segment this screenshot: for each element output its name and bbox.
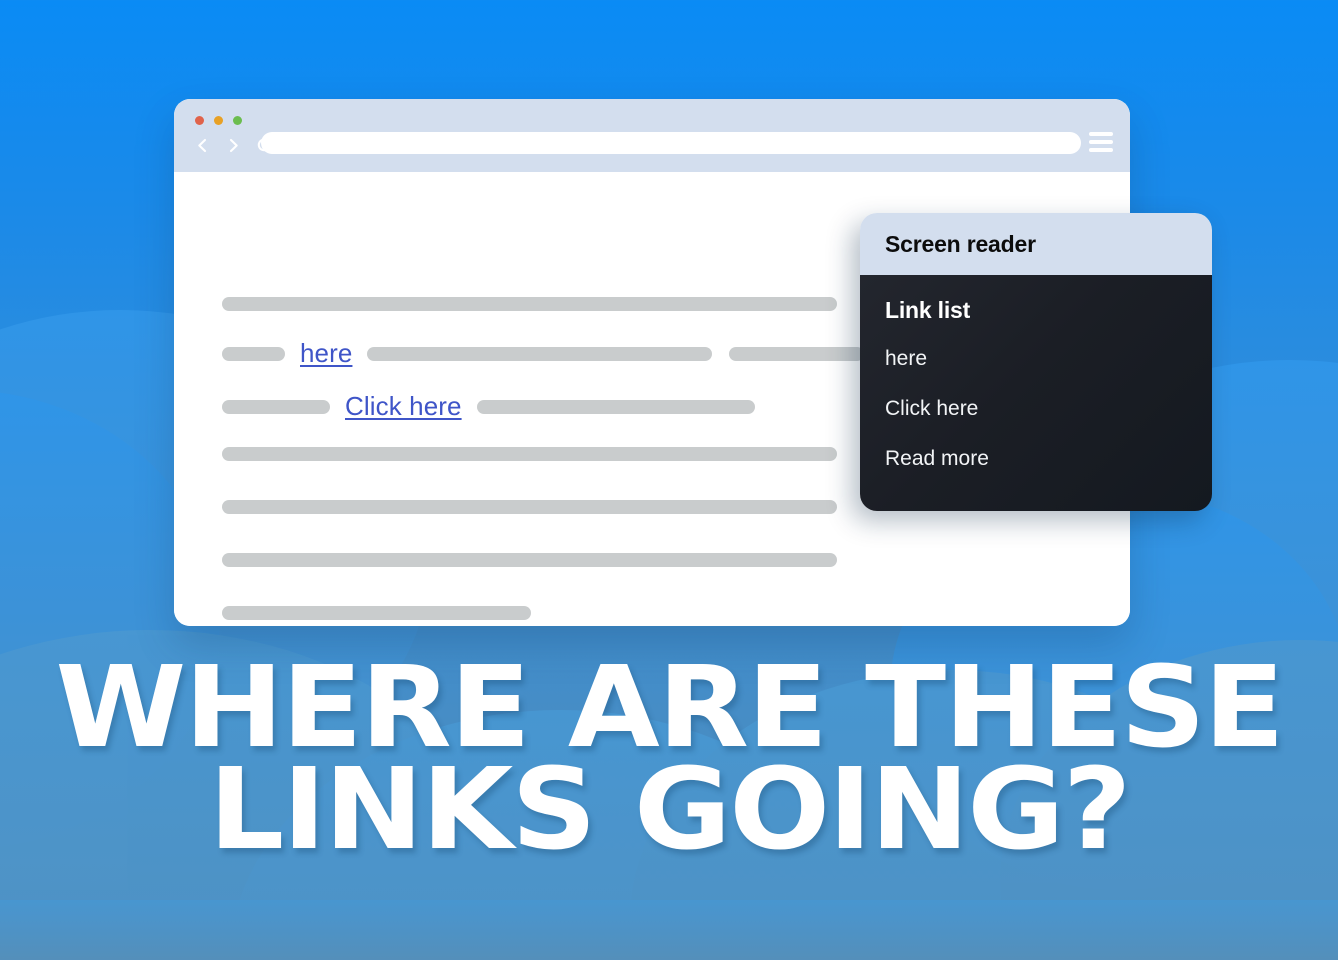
- skeleton-bar: [367, 346, 713, 361]
- headline-line-2: LINKS GOING?: [208, 744, 1132, 875]
- screen-reader-panel: Screen reader Link list here Click here …: [860, 213, 1212, 511]
- chevron-left-icon[interactable]: [188, 131, 216, 159]
- screen-reader-header: Screen reader: [860, 213, 1212, 275]
- skeleton-bar: [476, 399, 755, 414]
- skeleton-bar: [222, 447, 837, 461]
- skeleton-row-7: [222, 606, 531, 620]
- screen-reader-title: Screen reader: [885, 230, 1036, 257]
- content-row-here: here: [222, 338, 865, 369]
- link-list-item-read-more[interactable]: Read more: [885, 447, 1187, 471]
- headline: WHERE ARE THESE LINKS GOING?: [0, 652, 1338, 875]
- link-list-item-click-here[interactable]: Click here: [885, 397, 1187, 421]
- screen-reader-body: Link list here Click here Read more: [860, 275, 1212, 511]
- skeleton-row-1: [222, 297, 837, 311]
- skeleton-bar: [222, 399, 330, 414]
- inline-link-here[interactable]: here: [300, 338, 352, 369]
- inline-link-click-here[interactable]: Click here: [345, 391, 462, 422]
- content-row-click-here: Click here: [222, 391, 755, 422]
- skeleton-row-5: [222, 500, 837, 514]
- chevron-right-icon[interactable]: [219, 131, 247, 159]
- link-list-item-here[interactable]: here: [885, 347, 1187, 371]
- skeleton-bar: [222, 297, 837, 311]
- skeleton-bar: [222, 553, 837, 567]
- address-bar[interactable]: [261, 132, 1081, 154]
- skeleton-row-4: [222, 447, 837, 461]
- close-dot[interactable]: [195, 116, 204, 125]
- hamburger-menu-icon[interactable]: [1089, 132, 1113, 152]
- link-list-title: Link list: [885, 297, 971, 323]
- skeleton-bar: [222, 500, 837, 514]
- skeleton-bar: [222, 346, 285, 361]
- skeleton-bar: [729, 346, 865, 361]
- skeleton-bar: [222, 606, 531, 620]
- skeleton-row-6: [222, 553, 837, 567]
- maximize-dot[interactable]: [233, 116, 242, 125]
- traffic-lights: [195, 116, 242, 125]
- minimize-dot[interactable]: [214, 116, 223, 125]
